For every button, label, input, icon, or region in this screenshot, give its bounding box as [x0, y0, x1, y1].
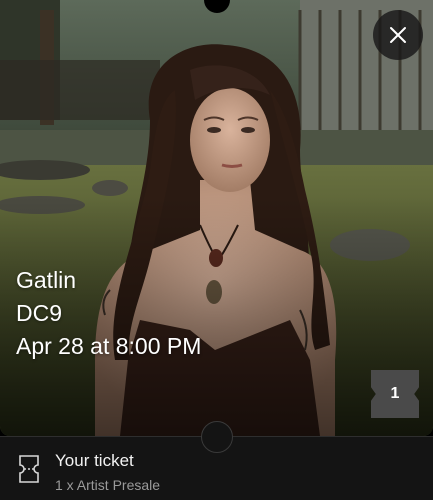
- ticket-heading: Your ticket: [55, 451, 134, 470]
- close-icon: [390, 27, 406, 43]
- event-venue: DC9: [16, 300, 63, 326]
- close-button[interactable]: [373, 10, 423, 60]
- ticket-card[interactable]: Gatlin DC9 Apr 28 at 8:00 PM 1: [0, 0, 433, 436]
- photo-gradient-overlay: [0, 0, 433, 436]
- ticket-count-badge[interactable]: 1: [371, 370, 419, 418]
- ticket-icon: [19, 455, 39, 483]
- ticket-detail: 1 x Artist Presale: [55, 477, 161, 493]
- event-datetime: Apr 28 at 8:00 PM: [16, 333, 202, 359]
- ticket-notch-bottom: [201, 421, 233, 453]
- ticket-count: 1: [390, 385, 400, 402]
- event-info: Gatlin DC9 Apr 28 at 8:00 PM: [16, 264, 201, 363]
- event-title: Gatlin: [16, 267, 77, 293]
